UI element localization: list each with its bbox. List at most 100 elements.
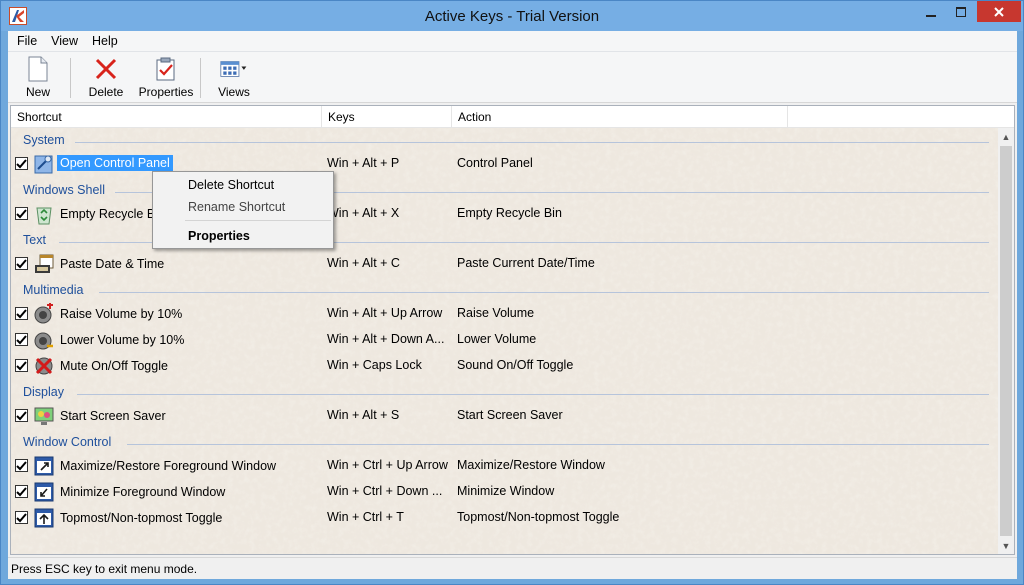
row-shortcut-name: Mute On/Off Toggle [60, 359, 168, 373]
scrollbar-thumb[interactable] [1000, 146, 1012, 536]
group-label: Multimedia [23, 283, 84, 297]
row-action: Paste Current Date/Time [457, 256, 595, 270]
calendar-clock-icon [35, 254, 54, 273]
group-divider [77, 394, 989, 395]
menu-file[interactable]: File [10, 31, 44, 52]
screen-saver-icon [34, 407, 54, 425]
properties-button-label: Properties [138, 85, 194, 99]
table-row[interactable]: Minimize Foreground Window Win + Ctrl + … [11, 480, 998, 504]
scroll-up-arrow-icon[interactable]: ▲ [998, 128, 1014, 145]
menu-item-delete-shortcut[interactable]: Delete Shortcut [188, 178, 274, 192]
row-checkbox[interactable] [15, 409, 28, 422]
vertical-scrollbar[interactable]: ▲ ▼ [998, 128, 1014, 554]
delete-button[interactable]: Delete [86, 55, 126, 101]
checkmark-icon [16, 309, 27, 319]
row-keys: Win + Alt + P [327, 156, 400, 170]
group-window-control[interactable]: Window Control [23, 435, 989, 453]
row-checkbox[interactable] [15, 485, 28, 498]
maximize-icon [956, 6, 966, 17]
row-shortcut-name: Minimize Foreground Window [60, 485, 226, 499]
group-divider [99, 292, 989, 293]
row-keys: Win + Ctrl + Up Arrow [327, 458, 448, 472]
row-checkbox[interactable] [15, 333, 28, 346]
row-checkbox[interactable] [15, 157, 28, 170]
group-display[interactable]: Display [23, 385, 989, 403]
row-keys: Win + Alt + C [327, 256, 400, 270]
client-area: File View Help New Delete Properties Vie… [8, 31, 1017, 579]
row-checkbox[interactable] [15, 459, 28, 472]
title-bar[interactable]: Active Keys - Trial Version [1, 1, 1023, 31]
row-checkbox[interactable] [15, 307, 28, 320]
menu-separator [185, 220, 331, 221]
checkmark-icon [16, 335, 27, 345]
menu-item-rename-shortcut[interactable]: Rename Shortcut [188, 200, 285, 214]
table-row[interactable]: Start Screen Saver Win + Alt + S Start S… [11, 404, 998, 428]
menu-view[interactable]: View [44, 31, 85, 52]
table-row[interactable]: Maximize/Restore Foreground Window Win +… [11, 454, 998, 478]
row-checkbox[interactable] [15, 359, 28, 372]
row-action: Lower Volume [457, 332, 537, 346]
row-shortcut-name: Lower Volume by 10% [60, 333, 185, 347]
column-header-keys[interactable]: Keys [322, 106, 452, 128]
table-row[interactable]: Mute On/Off Toggle Win + Caps Lock Sound… [11, 354, 998, 378]
new-button[interactable]: New [20, 55, 56, 101]
table-row[interactable]: Raise Volume by 10% Win + Alt + Up Arrow… [11, 302, 998, 326]
row-shortcut-name: Maximize/Restore Foreground Window [60, 459, 277, 473]
row-checkbox[interactable] [15, 207, 28, 220]
volume-up-icon [34, 303, 53, 324]
properties-checklist-icon [152, 55, 180, 83]
row-checkbox[interactable] [15, 257, 28, 270]
toolbar-separator [70, 58, 71, 98]
row-keys: Win + Ctrl + Down ... [327, 484, 443, 498]
views-button[interactable]: Views [214, 55, 254, 101]
checkmark-icon [16, 487, 27, 497]
control-panel-icon [34, 155, 53, 174]
delete-button-label: Delete [88, 85, 124, 99]
window-topmost-icon [34, 508, 54, 528]
table-row[interactable]: Paste Date & Time Win + Alt + C Paste Cu… [11, 252, 998, 276]
maximize-button[interactable] [947, 1, 975, 22]
column-header-action[interactable]: Action [452, 106, 788, 128]
status-text: Press ESC key to exit menu mode. [11, 562, 198, 576]
row-keys: Win + Ctrl + T [327, 510, 404, 524]
menu-help[interactable]: Help [85, 31, 125, 52]
minimize-icon [926, 14, 936, 17]
row-shortcut-name: Paste Date & Time [60, 257, 165, 271]
table-row[interactable]: Topmost/Non-topmost Toggle Win + Ctrl + … [11, 506, 998, 530]
row-shortcut-name: Raise Volume by 10% [60, 307, 183, 321]
toolbar-separator [200, 58, 201, 98]
checkmark-icon [16, 361, 27, 371]
row-shortcut-name: Open Control Panel [57, 155, 173, 171]
checkmark-icon [16, 411, 27, 421]
new-button-label: New [25, 85, 50, 99]
checkmark-icon [16, 259, 27, 269]
row-shortcut-name: Start Screen Saver [60, 409, 166, 423]
row-keys: Win + Alt + X [327, 206, 400, 220]
row-keys: Win + Alt + Up Arrow [327, 306, 443, 320]
views-grid-icon [220, 55, 248, 83]
row-shortcut-name: Topmost/Non-topmost Toggle [60, 511, 223, 525]
row-action: Start Screen Saver [457, 408, 563, 422]
group-divider [75, 142, 989, 143]
toolbar: New Delete Properties Views [8, 52, 1017, 103]
properties-button[interactable]: Properties [138, 55, 194, 101]
group-system[interactable]: System [23, 133, 989, 151]
row-action: Topmost/Non-topmost Toggle [457, 510, 620, 524]
window-title: Active Keys - Trial Version [424, 8, 600, 25]
column-header-shortcut[interactable]: Shortcut [11, 106, 322, 128]
minimize-button[interactable] [917, 1, 945, 22]
row-action: Control Panel [457, 156, 533, 170]
menu-item-properties[interactable]: Properties [188, 229, 250, 243]
group-multimedia[interactable]: Multimedia [23, 283, 989, 301]
close-button[interactable] [977, 1, 1021, 22]
checkmark-icon [16, 461, 27, 471]
close-icon [994, 6, 1004, 17]
table-row[interactable]: Lower Volume by 10% Win + Alt + Down A..… [11, 328, 998, 352]
menu-bar: File View Help [8, 31, 1017, 52]
delete-x-icon [92, 55, 120, 83]
group-label: Window Control [23, 435, 112, 449]
scroll-down-arrow-icon[interactable]: ▼ [998, 537, 1014, 554]
row-checkbox[interactable] [15, 511, 28, 524]
row-action: Sound On/Off Toggle [457, 358, 574, 372]
group-label: Display [23, 385, 64, 399]
